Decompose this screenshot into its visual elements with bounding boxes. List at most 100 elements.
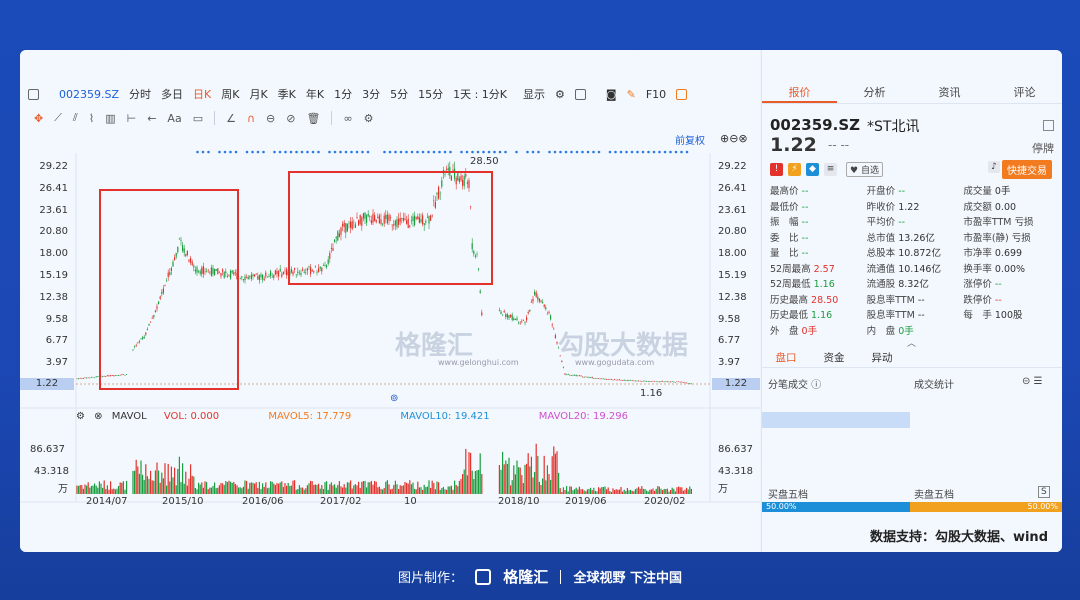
add-watchlist-button[interactable]: ♥ 自选 [846,162,883,177]
y-tick-left: 9.58 [45,313,68,325]
quote-cell: 52周最低 1.16 [770,279,835,290]
quote-cell: 量 比 -- [770,248,809,259]
expand-icon[interactable] [1043,120,1054,131]
quote-cell [963,324,1060,340]
quick-trade-button[interactable]: 快捷交易 [1002,160,1052,179]
price-change: -- -- [828,138,850,152]
x-tick: 2020/02 [644,496,686,507]
vol-indicator[interactable]: MAVOL [112,411,147,422]
y-tick-right: 12.38 [718,291,747,303]
quote-cell: 最高价 -- [770,186,809,197]
quote-cell: 开盘价 -- [866,186,906,197]
vol-unit-right: 万 [718,484,728,495]
quote-grid: 最高价 -- 开盘价 -- 成交量 0手 最低价 -- 昨收价 1.22 成交额 0.00… [770,184,1060,339]
flash-badge-icon[interactable]: ⚡ [788,163,801,176]
quote-cell: 成交额 0.00 [963,201,1017,213]
panel-stock-code: 002359.SZ [770,116,860,134]
x-tick: 2016/06 [242,496,284,507]
tick-trades-label: 分笔成交 ⓘ [768,376,821,391]
sell-five-label: 卖盘五档 [914,490,954,501]
vol-close-icon[interactable]: ⊗ [94,411,102,422]
buy-ratio-bar: 50.00% [762,502,910,512]
data-source: 数据支持：勾股大数据、wind [869,530,1048,545]
bell-icon[interactable]: ♪ [988,161,1000,173]
vol-header: ⚙ ⊗ MAVOL VOL: 0.000 MAVOL5: 17.779 MAVO… [76,411,628,422]
tab-news[interactable]: 资讯 [912,82,987,103]
x-tick: 2018/10 [498,496,540,507]
vol-settings-icon[interactable]: ⚙ [76,411,85,422]
hk-badge-icon[interactable]: ! [770,163,783,176]
adjust-mode[interactable]: 前复权 [675,132,705,147]
y-tick-right: 29.22 [718,161,747,172]
watermark-gelonghui-url: www.gelonghui.com [438,358,519,367]
quote-cell: 每 手 100股 [963,310,1023,321]
sell-ratio-bar: 50.00% [910,502,1062,512]
y-tick-left: 26.41 [39,182,68,194]
kline-chart[interactable] [20,50,760,552]
quote-cell: 市盈率(静) 亏损 [963,232,1031,244]
tab-comments[interactable]: 评论 [987,82,1062,103]
y-tick-right: 18.00 [718,248,747,260]
quote-cell: 委 比 -- [770,232,809,244]
quote-cell: 振 幅 -- [770,217,809,228]
quote-panel: 报价 分析 资讯 评论 002359.SZ *ST北讯 1.22 -- -- 停… [761,50,1062,552]
mavol10: MAVOL10: 19.421 [400,411,490,422]
tab-analysis[interactable]: 分析 [837,82,912,103]
volume-bars [76,443,692,494]
more-icon[interactable]: ⊝ ☰ [1022,376,1043,387]
quote-cell: 涨停价 -- [963,279,1002,290]
mavol20: MAVOL20: 19.296 [538,411,628,422]
y-tick-right: 3.97 [718,357,741,369]
orderbook-tabs: 盘口 资金 异动 [762,348,1062,368]
quote-cell: 市净率 0.699 [963,248,1023,259]
anchor-icon[interactable]: ⊚ [390,393,398,404]
x-tick: 2019/06 [565,496,607,507]
orderbook-toggle-icon[interactable]: S [1038,486,1050,498]
watermark-gogudata-url: www.gogudata.com [575,358,655,367]
event-markers[interactable] [196,150,689,154]
y-tick-left: 3.97 [45,357,68,369]
vol-value: VOL: 0.000 [163,411,220,422]
quote-cell: 52周最高 2.57 [770,263,835,275]
high-price-label: 28.50 [470,156,499,167]
watchlist-label: 自选 [860,166,879,176]
y-tick-right: 6.77 [718,335,741,347]
current-price: 1.22 [770,134,817,156]
x-tick: 2015/10 [162,496,204,507]
panel-stock-name: *ST北讯 [867,119,920,135]
brand-name: 格隆汇 [503,568,549,586]
y-tick-left: 23.61 [39,204,68,216]
y-tick-left: 18.00 [39,248,68,260]
vol-tick-1-right: 86.637 [718,444,753,455]
quote-cell: 历史最低 1.16 [770,310,833,321]
tag-badge-icon[interactable]: ◆ [806,163,819,176]
tick-trades-text: 分笔成交 [768,380,808,391]
app-window: 002359.SZ 分时 多日 日K 周K 月K 季K 年K 1分 3分 5分 … [20,50,1062,552]
doc-badge-icon[interactable]: ≡ [824,163,837,176]
tab-orderbook[interactable]: 盘口 [762,348,810,367]
tab-movements[interactable]: 异动 [858,348,906,367]
vol-unit: 万 [58,484,68,495]
quote-cell: 总股本 10.872亿 [866,248,941,259]
slogan: 全球视野 下注中国 [573,571,683,586]
quote-row: 52周最低 1.16 流通股 8.32亿 涨停价 -- [770,277,1060,293]
vol-tick-2: 43.318 [34,466,69,477]
y-tick-left: 6.77 [45,335,68,347]
gelonghui-logo-icon [475,568,492,585]
x-tick: 2014/07 [86,496,128,507]
bottom-caption: 图片制作： 格隆汇 全球视野 下注中国 [0,566,1080,587]
vol-tick-2-right: 43.318 [718,466,753,477]
quote-row: 历史最低 1.16 股息率TTM -- 每 手 100股 [770,308,1060,324]
tab-quote[interactable]: 报价 [762,82,837,103]
mavol5: MAVOL5: 17.779 [268,411,352,422]
zoom-controls[interactable]: ⊕⊖⊗ [720,132,748,145]
tab-funds[interactable]: 资金 [810,348,858,367]
y-tick-left: 15.19 [39,270,68,281]
quote-row: 委 比 -- 总市值 13.26亿 市盈率(静) 亏损 [770,231,1060,247]
buy-five-label: 买盘五档 [768,490,808,501]
help-icon[interactable]: ⓘ [811,380,821,391]
chart-area: 002359.SZ 分时 多日 日K 周K 月K 季K 年K 1分 3分 5分 … [20,50,760,552]
last-price-left: 1.22 [20,378,74,390]
quote-cell: 股息率TTM -- [866,310,925,321]
quote-row: 52周最高 2.57 流通值 10.146亿 换手率 0.00% [770,262,1060,278]
